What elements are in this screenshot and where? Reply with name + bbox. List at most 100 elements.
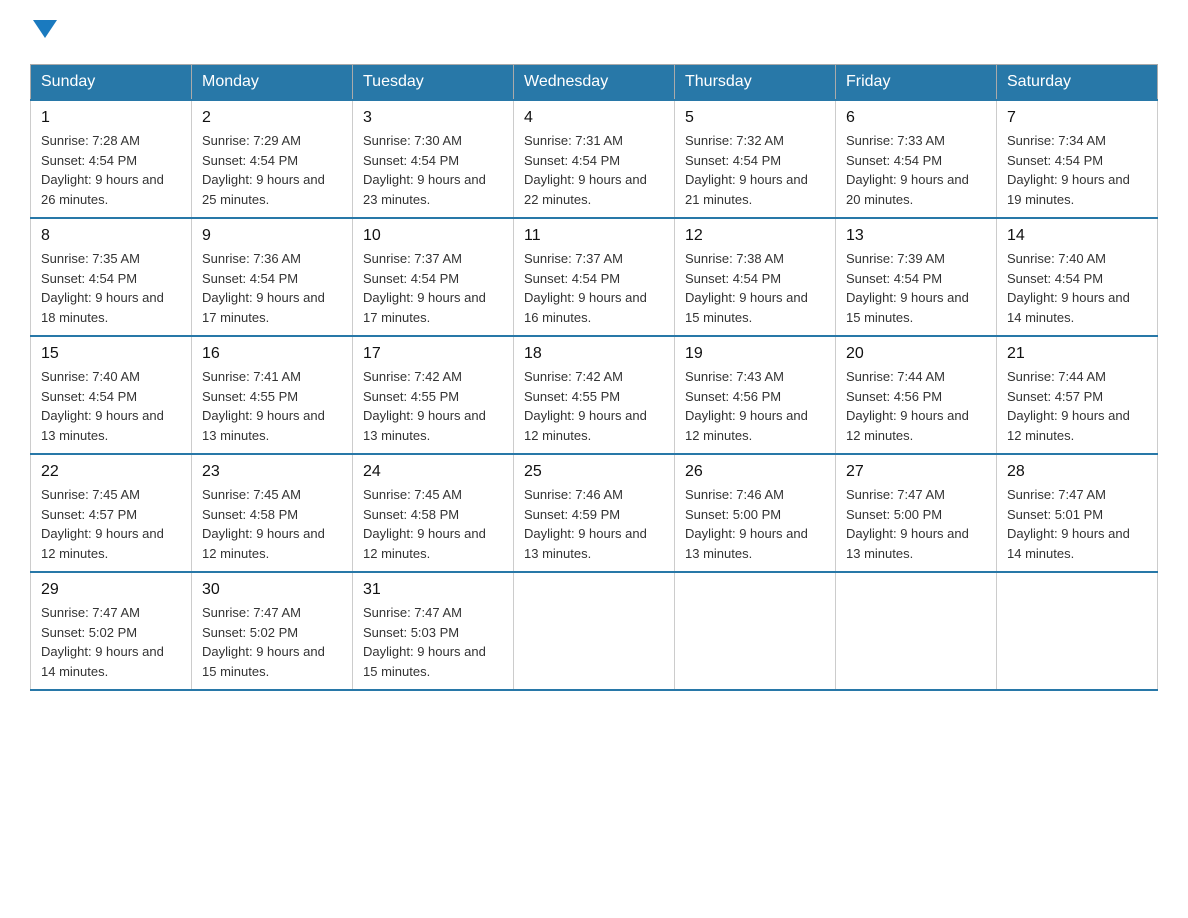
day-info: Sunrise: 7:34 AM Sunset: 4:54 PM Dayligh… <box>1007 131 1147 209</box>
day-info: Sunrise: 7:46 AM Sunset: 5:00 PM Dayligh… <box>685 485 825 563</box>
day-info: Sunrise: 7:37 AM Sunset: 4:54 PM Dayligh… <box>363 249 503 327</box>
day-info: Sunrise: 7:47 AM Sunset: 5:00 PM Dayligh… <box>846 485 986 563</box>
calendar-cell: 25 Sunrise: 7:46 AM Sunset: 4:59 PM Dayl… <box>514 454 675 572</box>
day-number: 8 <box>41 227 181 245</box>
col-header-thursday: Thursday <box>675 65 836 101</box>
calendar-cell: 10 Sunrise: 7:37 AM Sunset: 4:54 PM Dayl… <box>353 218 514 336</box>
day-number: 27 <box>846 463 986 481</box>
calendar-cell: 23 Sunrise: 7:45 AM Sunset: 4:58 PM Dayl… <box>192 454 353 572</box>
day-number: 17 <box>363 345 503 363</box>
calendar-cell: 28 Sunrise: 7:47 AM Sunset: 5:01 PM Dayl… <box>997 454 1158 572</box>
day-info: Sunrise: 7:39 AM Sunset: 4:54 PM Dayligh… <box>846 249 986 327</box>
day-info: Sunrise: 7:46 AM Sunset: 4:59 PM Dayligh… <box>524 485 664 563</box>
header-row: SundayMondayTuesdayWednesdayThursdayFrid… <box>31 65 1158 101</box>
week-row-1: 1 Sunrise: 7:28 AM Sunset: 4:54 PM Dayli… <box>31 100 1158 218</box>
day-number: 18 <box>524 345 664 363</box>
day-info: Sunrise: 7:36 AM Sunset: 4:54 PM Dayligh… <box>202 249 342 327</box>
col-header-saturday: Saturday <box>997 65 1158 101</box>
day-number: 12 <box>685 227 825 245</box>
calendar-cell: 26 Sunrise: 7:46 AM Sunset: 5:00 PM Dayl… <box>675 454 836 572</box>
day-number: 22 <box>41 463 181 481</box>
day-number: 21 <box>1007 345 1147 363</box>
day-number: 16 <box>202 345 342 363</box>
day-number: 13 <box>846 227 986 245</box>
calendar-cell: 9 Sunrise: 7:36 AM Sunset: 4:54 PM Dayli… <box>192 218 353 336</box>
calendar-cell: 30 Sunrise: 7:47 AM Sunset: 5:02 PM Dayl… <box>192 572 353 690</box>
week-row-5: 29 Sunrise: 7:47 AM Sunset: 5:02 PM Dayl… <box>31 572 1158 690</box>
calendar-cell: 19 Sunrise: 7:43 AM Sunset: 4:56 PM Dayl… <box>675 336 836 454</box>
col-header-wednesday: Wednesday <box>514 65 675 101</box>
logo <box>30 20 57 44</box>
day-number: 23 <box>202 463 342 481</box>
day-info: Sunrise: 7:35 AM Sunset: 4:54 PM Dayligh… <box>41 249 181 327</box>
day-info: Sunrise: 7:30 AM Sunset: 4:54 PM Dayligh… <box>363 131 503 209</box>
day-info: Sunrise: 7:47 AM Sunset: 5:02 PM Dayligh… <box>41 603 181 681</box>
calendar-cell: 22 Sunrise: 7:45 AM Sunset: 4:57 PM Dayl… <box>31 454 192 572</box>
col-header-sunday: Sunday <box>31 65 192 101</box>
day-number: 9 <box>202 227 342 245</box>
calendar-cell: 15 Sunrise: 7:40 AM Sunset: 4:54 PM Dayl… <box>31 336 192 454</box>
day-number: 11 <box>524 227 664 245</box>
day-number: 4 <box>524 109 664 127</box>
day-info: Sunrise: 7:31 AM Sunset: 4:54 PM Dayligh… <box>524 131 664 209</box>
day-info: Sunrise: 7:44 AM Sunset: 4:56 PM Dayligh… <box>846 367 986 445</box>
calendar-cell: 8 Sunrise: 7:35 AM Sunset: 4:54 PM Dayli… <box>31 218 192 336</box>
day-number: 26 <box>685 463 825 481</box>
col-header-friday: Friday <box>836 65 997 101</box>
day-info: Sunrise: 7:41 AM Sunset: 4:55 PM Dayligh… <box>202 367 342 445</box>
day-number: 10 <box>363 227 503 245</box>
day-info: Sunrise: 7:38 AM Sunset: 4:54 PM Dayligh… <box>685 249 825 327</box>
day-info: Sunrise: 7:37 AM Sunset: 4:54 PM Dayligh… <box>524 249 664 327</box>
calendar-cell: 1 Sunrise: 7:28 AM Sunset: 4:54 PM Dayli… <box>31 100 192 218</box>
calendar-cell <box>836 572 997 690</box>
col-header-tuesday: Tuesday <box>353 65 514 101</box>
calendar-cell: 20 Sunrise: 7:44 AM Sunset: 4:56 PM Dayl… <box>836 336 997 454</box>
day-number: 20 <box>846 345 986 363</box>
logo-triangle-icon <box>33 20 57 38</box>
day-number: 24 <box>363 463 503 481</box>
calendar-cell: 18 Sunrise: 7:42 AM Sunset: 4:55 PM Dayl… <box>514 336 675 454</box>
day-number: 31 <box>363 581 503 599</box>
calendar-cell: 29 Sunrise: 7:47 AM Sunset: 5:02 PM Dayl… <box>31 572 192 690</box>
calendar-cell <box>514 572 675 690</box>
day-number: 29 <box>41 581 181 599</box>
day-number: 25 <box>524 463 664 481</box>
calendar-cell: 14 Sunrise: 7:40 AM Sunset: 4:54 PM Dayl… <box>997 218 1158 336</box>
day-number: 3 <box>363 109 503 127</box>
calendar-cell: 5 Sunrise: 7:32 AM Sunset: 4:54 PM Dayli… <box>675 100 836 218</box>
calendar-cell: 16 Sunrise: 7:41 AM Sunset: 4:55 PM Dayl… <box>192 336 353 454</box>
day-number: 30 <box>202 581 342 599</box>
day-info: Sunrise: 7:40 AM Sunset: 4:54 PM Dayligh… <box>41 367 181 445</box>
day-info: Sunrise: 7:47 AM Sunset: 5:02 PM Dayligh… <box>202 603 342 681</box>
calendar-cell: 24 Sunrise: 7:45 AM Sunset: 4:58 PM Dayl… <box>353 454 514 572</box>
day-number: 6 <box>846 109 986 127</box>
logo-text <box>30 20 57 44</box>
day-number: 1 <box>41 109 181 127</box>
day-info: Sunrise: 7:40 AM Sunset: 4:54 PM Dayligh… <box>1007 249 1147 327</box>
week-row-4: 22 Sunrise: 7:45 AM Sunset: 4:57 PM Dayl… <box>31 454 1158 572</box>
day-number: 5 <box>685 109 825 127</box>
week-row-3: 15 Sunrise: 7:40 AM Sunset: 4:54 PM Dayl… <box>31 336 1158 454</box>
day-info: Sunrise: 7:47 AM Sunset: 5:03 PM Dayligh… <box>363 603 503 681</box>
day-number: 14 <box>1007 227 1147 245</box>
col-header-monday: Monday <box>192 65 353 101</box>
calendar-cell <box>997 572 1158 690</box>
calendar-cell: 31 Sunrise: 7:47 AM Sunset: 5:03 PM Dayl… <box>353 572 514 690</box>
day-number: 2 <box>202 109 342 127</box>
calendar-cell: 6 Sunrise: 7:33 AM Sunset: 4:54 PM Dayli… <box>836 100 997 218</box>
day-info: Sunrise: 7:47 AM Sunset: 5:01 PM Dayligh… <box>1007 485 1147 563</box>
calendar-cell: 2 Sunrise: 7:29 AM Sunset: 4:54 PM Dayli… <box>192 100 353 218</box>
day-number: 15 <box>41 345 181 363</box>
calendar-cell: 27 Sunrise: 7:47 AM Sunset: 5:00 PM Dayl… <box>836 454 997 572</box>
day-number: 28 <box>1007 463 1147 481</box>
calendar-cell: 4 Sunrise: 7:31 AM Sunset: 4:54 PM Dayli… <box>514 100 675 218</box>
day-number: 19 <box>685 345 825 363</box>
day-info: Sunrise: 7:45 AM Sunset: 4:57 PM Dayligh… <box>41 485 181 563</box>
day-info: Sunrise: 7:42 AM Sunset: 4:55 PM Dayligh… <box>363 367 503 445</box>
day-number: 7 <box>1007 109 1147 127</box>
day-info: Sunrise: 7:45 AM Sunset: 4:58 PM Dayligh… <box>202 485 342 563</box>
calendar-cell: 11 Sunrise: 7:37 AM Sunset: 4:54 PM Dayl… <box>514 218 675 336</box>
day-info: Sunrise: 7:44 AM Sunset: 4:57 PM Dayligh… <box>1007 367 1147 445</box>
calendar-cell: 17 Sunrise: 7:42 AM Sunset: 4:55 PM Dayl… <box>353 336 514 454</box>
calendar-cell <box>675 572 836 690</box>
